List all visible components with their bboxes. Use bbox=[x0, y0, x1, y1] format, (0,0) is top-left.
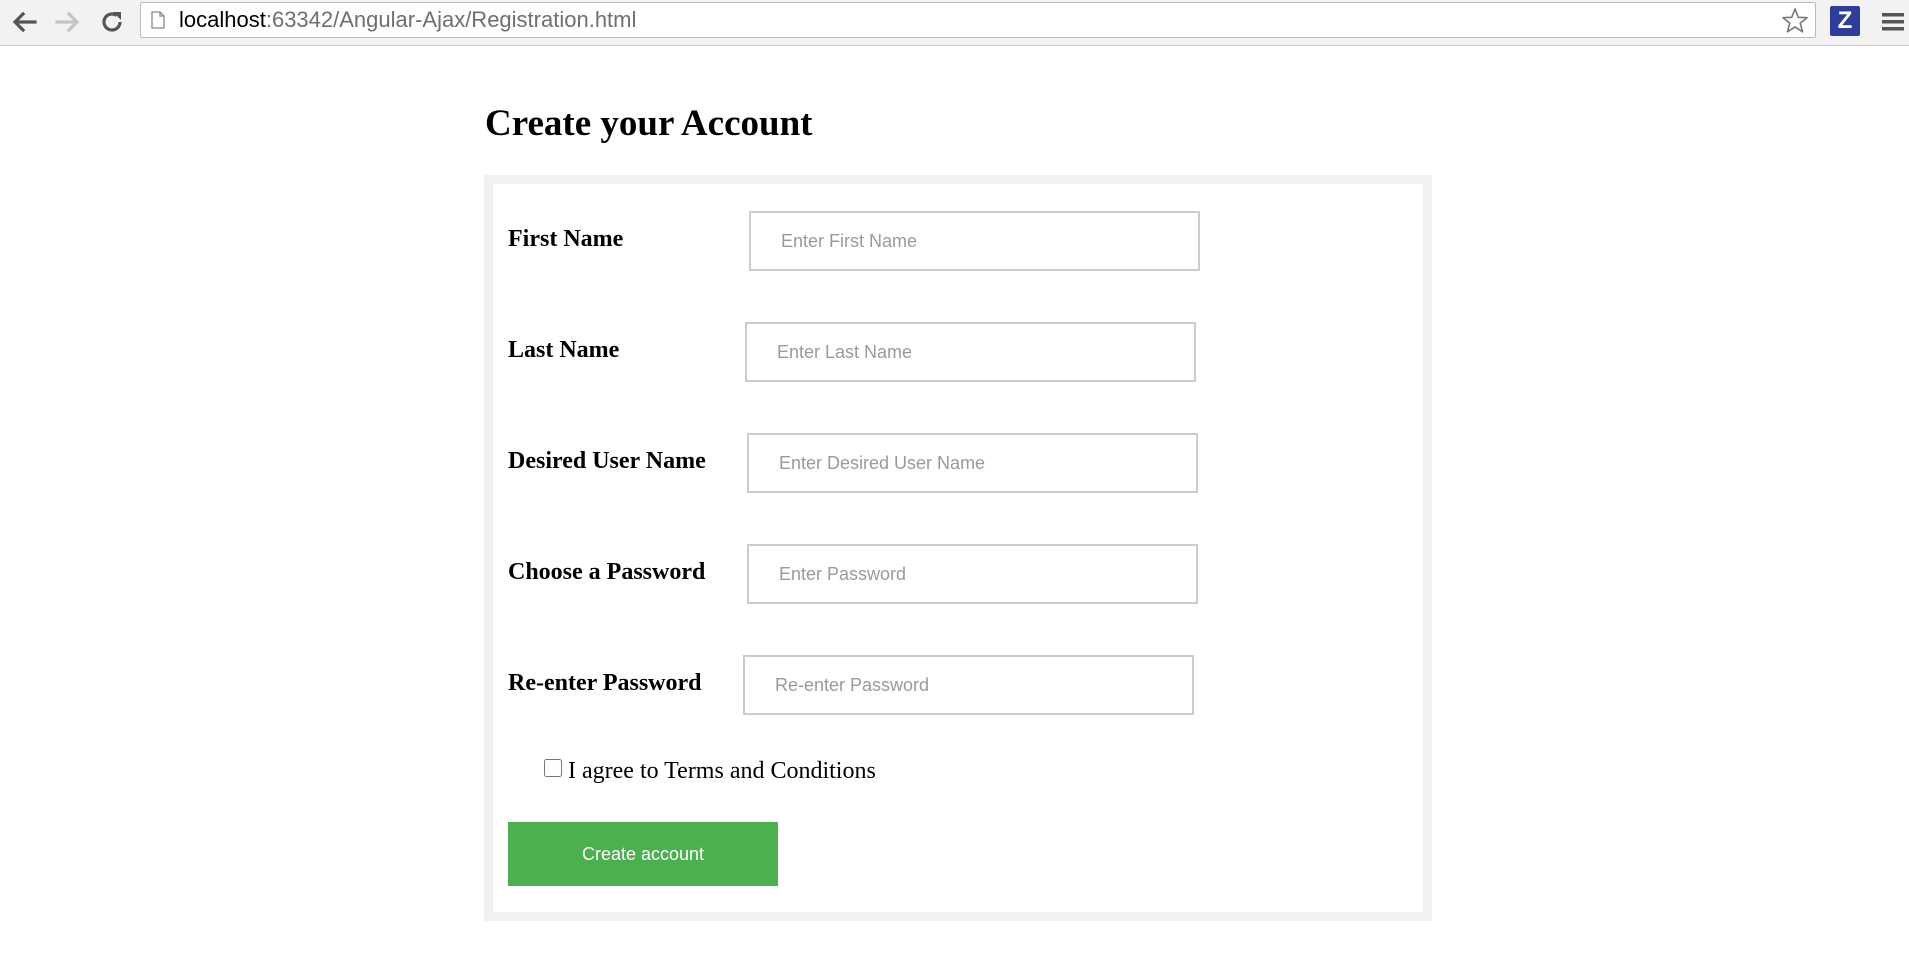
reenter-password-label: Re-enter Password bbox=[508, 670, 702, 696]
agree-label[interactable]: I agree to Terms and Conditions bbox=[568, 756, 876, 786]
page-document-icon bbox=[151, 11, 165, 29]
back-arrow-icon bbox=[11, 11, 37, 33]
reload-icon bbox=[99, 9, 125, 35]
forward-button[interactable] bbox=[52, 6, 84, 38]
forward-arrow-icon bbox=[55, 11, 81, 33]
reenter-password-input[interactable] bbox=[743, 655, 1194, 715]
page-title: Create your Account bbox=[485, 103, 813, 144]
password-input[interactable] bbox=[747, 544, 1198, 604]
create-account-button[interactable]: Create account bbox=[508, 822, 778, 886]
url-text[interactable]: localhost:63342/Angular-Ajax/Registratio… bbox=[179, 3, 636, 37]
user-name-label: Desired User Name bbox=[508, 448, 706, 474]
z-extension-icon[interactable]: Z bbox=[1830, 6, 1860, 36]
address-bar[interactable]: localhost:63342/Angular-Ajax/Registratio… bbox=[140, 2, 1816, 38]
reload-button[interactable] bbox=[96, 6, 128, 38]
last-name-input[interactable] bbox=[745, 322, 1196, 382]
url-host: localhost bbox=[179, 7, 266, 32]
browser-toolbar: localhost:63342/Angular-Ajax/Registratio… bbox=[0, 0, 1909, 46]
back-button[interactable] bbox=[8, 6, 40, 38]
password-label: Choose a Password bbox=[508, 559, 706, 585]
star-icon[interactable] bbox=[1781, 7, 1809, 35]
hamburger-menu-icon[interactable] bbox=[1880, 8, 1906, 36]
first-name-input[interactable] bbox=[749, 211, 1200, 271]
url-path: :63342/Angular-Ajax/Registration.html bbox=[265, 7, 637, 32]
agree-checkbox[interactable] bbox=[544, 759, 562, 777]
last-name-label: Last Name bbox=[508, 337, 620, 363]
user-name-input[interactable] bbox=[747, 433, 1198, 493]
first-name-label: First Name bbox=[508, 226, 624, 252]
